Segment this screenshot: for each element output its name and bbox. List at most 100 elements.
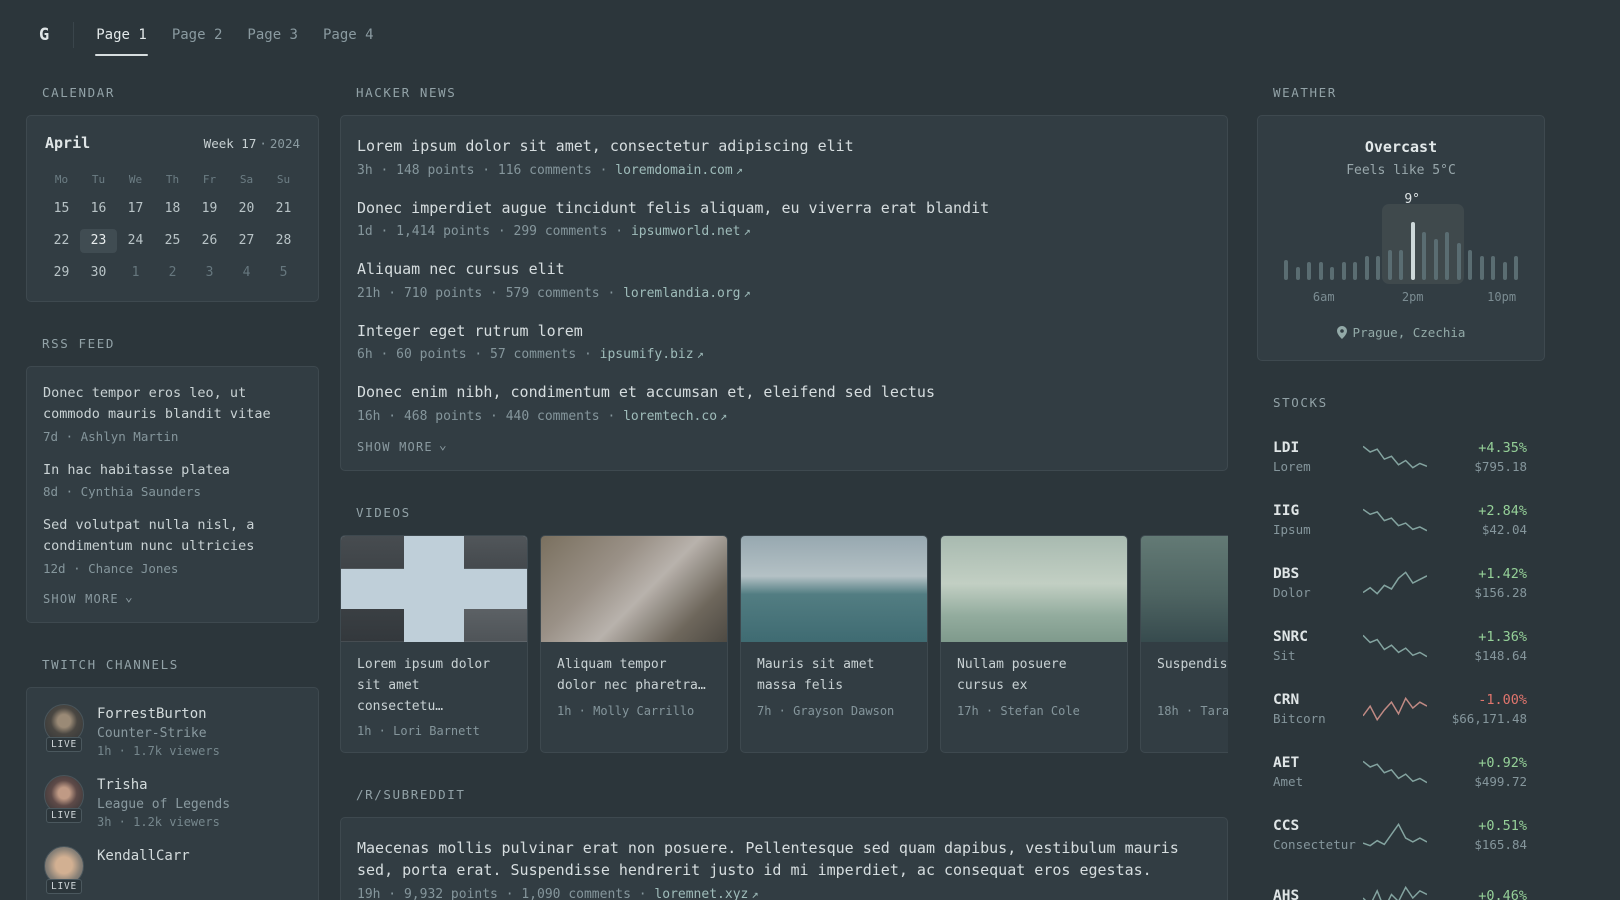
hackernews-item: Donec enim nibh, condimentum et accumsan…: [357, 381, 1211, 424]
stock-price: $148.64: [1474, 647, 1527, 663]
calendar-day: 3: [205, 265, 214, 280]
stock-name: Sit: [1273, 647, 1296, 663]
story-meta: 16h · 468 points · 440 comments · loremt…: [357, 408, 728, 424]
top-nav: G Page 1 Page 2 Page 3 Page 4: [0, 0, 1620, 56]
stock-sparkline: [1363, 885, 1427, 900]
post-source-link[interactable]: loremnet.xyz ↗: [654, 887, 758, 900]
weather-bar: [1468, 249, 1472, 280]
stock-row[interactable]: LDI Lorem +4.35% $795.18: [1260, 425, 1542, 488]
rss-item-link[interactable]: In hac habitasse platea: [43, 460, 302, 481]
stock-sparkline: [1363, 822, 1427, 847]
video-meta: 1h · Molly Carrillo: [557, 703, 695, 718]
calendar-month: April: [45, 134, 91, 152]
story-source-link[interactable]: ipsumworld.net ↗: [631, 224, 751, 239]
weather-chart: 9°: [1284, 192, 1518, 284]
stock-change: -1.00%: [1478, 691, 1527, 708]
twitch-channel-row[interactable]: LIVE ForrestBurton Counter-Strike 1h · 1…: [43, 703, 302, 758]
weather-bar: [1307, 261, 1311, 280]
video-card[interactable]: Aliquam tempor dolor nec pharetra… 1h · …: [540, 534, 728, 753]
stock-price: $156.28: [1474, 584, 1527, 600]
stock-sparkline: [1363, 508, 1427, 531]
live-badge: LIVE: [45, 807, 83, 823]
weather-bar: [1341, 261, 1346, 280]
videos-widget: VIDEOS Lorem ipsum dolor sit amet consec…: [340, 505, 1228, 753]
stock-change: +2.84%: [1478, 502, 1527, 519]
story-link[interactable]: Integer eget rutrum lorem: [357, 320, 1211, 343]
story-meta: 21h · 710 points · 579 comments · loreml…: [357, 285, 751, 301]
video-thumbnail: [341, 535, 527, 642]
hackernews-item: Lorem ipsum dolor sit amet, consectetur …: [357, 135, 1211, 178]
stock-row[interactable]: AET Amet +0.92% $499.72: [1260, 740, 1542, 803]
stock-row[interactable]: SNRC Sit +1.36% $148.64: [1260, 614, 1542, 677]
video-thumbnail: [1141, 535, 1228, 642]
stock-row[interactable]: CRN Bitcorn -1.00% $66,171.48: [1260, 677, 1542, 740]
tab-page-4[interactable]: Page 4: [322, 14, 375, 56]
calendar-day: 24: [127, 233, 144, 248]
weather-times: 6am 2pm 10pm: [1284, 290, 1518, 305]
hackernews-show-more-button[interactable]: SHOW MORE ⌄: [357, 439, 448, 454]
video-card[interactable]: Suspendisse diam 18h · Tara: [1140, 534, 1228, 753]
story-source-link[interactable]: loremdomain.com ↗: [615, 163, 743, 178]
app-logo[interactable]: G: [33, 22, 75, 48]
stock-name: Dolor: [1273, 584, 1311, 600]
video-card[interactable]: Mauris sit amet massa felis 7h · Grayson…: [740, 534, 928, 753]
weather-bar: [1502, 261, 1507, 280]
post-link[interactable]: Maecenas mollis pulvinar erat non posuer…: [357, 837, 1211, 882]
story-link[interactable]: Lorem ipsum dolor sit amet, consectetur …: [357, 135, 1211, 158]
twitch-channel-row[interactable]: LIVE Trisha League of Legends 3h · 1.2k …: [43, 774, 302, 829]
stock-row[interactable]: CCS Consectetur +0.51% $165.84: [1260, 803, 1542, 866]
hackernews-item: Donec imperdiet augue tincidunt felis al…: [357, 197, 1211, 240]
calendar-day: 29: [53, 265, 70, 280]
channel-name: Trisha: [97, 776, 148, 793]
videos-section-title: VIDEOS: [356, 504, 411, 520]
stock-name: Amet: [1273, 773, 1304, 789]
tab-page-2[interactable]: Page 2: [171, 14, 224, 56]
twitch-channel-row[interactable]: LIVE KendallCarr: [43, 846, 302, 895]
stock-price: $165.84: [1474, 836, 1527, 852]
calendar-day: 25: [164, 233, 181, 248]
video-meta: 17h · Stefan Cole: [957, 703, 1080, 718]
calendar-weekday: Sa: [239, 173, 254, 186]
channel-meta: 1h · 1.7k viewers: [97, 743, 220, 758]
stock-change: +1.42%: [1478, 565, 1527, 582]
rss-item-link[interactable]: Sed volutpat nulla nisl, a condimentum n…: [43, 515, 302, 558]
twitch-card: LIVE ForrestBurton Counter-Strike 1h · 1…: [26, 686, 319, 900]
video-thumbnail: [541, 535, 727, 642]
story-link[interactable]: Donec enim nibh, condimentum et accumsan…: [357, 381, 1211, 404]
stock-row[interactable]: DBS Dolor +1.42% $156.28: [1260, 551, 1542, 614]
channel-game: League of Legends: [97, 797, 231, 813]
calendar-day: 18: [164, 201, 181, 216]
external-link-icon: ↗: [743, 224, 751, 238]
story-source-link[interactable]: ipsumify.biz ↗: [600, 347, 704, 362]
weather-time-label: 10pm: [1487, 290, 1517, 304]
external-link-icon: ↗: [735, 162, 743, 177]
external-link-icon: ↗: [720, 408, 728, 423]
weather-condition: Overcast: [1364, 138, 1438, 156]
rss-item-link[interactable]: Donec tempor eros leo, ut commodo mauris…: [43, 383, 302, 426]
stock-change: +1.36%: [1478, 628, 1527, 645]
external-link-icon: ↗: [751, 886, 759, 900]
channel-name: ForrestBurton: [97, 705, 207, 722]
rss-show-more-button[interactable]: SHOW MORE ⌄: [43, 591, 134, 606]
rss-item-meta: 12d · Chance Jones: [43, 560, 179, 576]
video-card[interactable]: Nullam posuere cursus ex 17h · Stefan Co…: [940, 534, 1128, 753]
calendar-day: 26: [201, 233, 218, 248]
video-card[interactable]: Lorem ipsum dolor sit amet consectetu… 1…: [340, 534, 528, 753]
story-link[interactable]: Aliquam nec cursus elit: [357, 258, 1211, 281]
tab-page-3[interactable]: Page 3: [246, 14, 299, 56]
weather-bar: [1399, 249, 1403, 280]
tab-page-1[interactable]: Page 1: [95, 14, 148, 56]
story-source-link[interactable]: loremtech.co ↗: [623, 409, 727, 424]
calendar-day: 21: [275, 201, 292, 216]
stock-name: Bitcorn: [1273, 710, 1326, 726]
stock-row[interactable]: AHS +0.46%: [1260, 866, 1542, 900]
external-link-icon: ↗: [696, 347, 704, 361]
calendar-day: 23: [80, 229, 117, 253]
channel-game: Counter-Strike: [97, 725, 207, 741]
weather-bar: [1295, 266, 1300, 280]
calendar-day: 22: [53, 233, 70, 248]
story-link[interactable]: Donec imperdiet augue tincidunt felis al…: [357, 197, 1211, 220]
story-source-link[interactable]: loremlandia.org ↗: [623, 286, 751, 301]
stock-row[interactable]: IIG Ipsum +2.84% $42.04: [1260, 488, 1542, 551]
stock-change: +0.46%: [1478, 888, 1527, 900]
